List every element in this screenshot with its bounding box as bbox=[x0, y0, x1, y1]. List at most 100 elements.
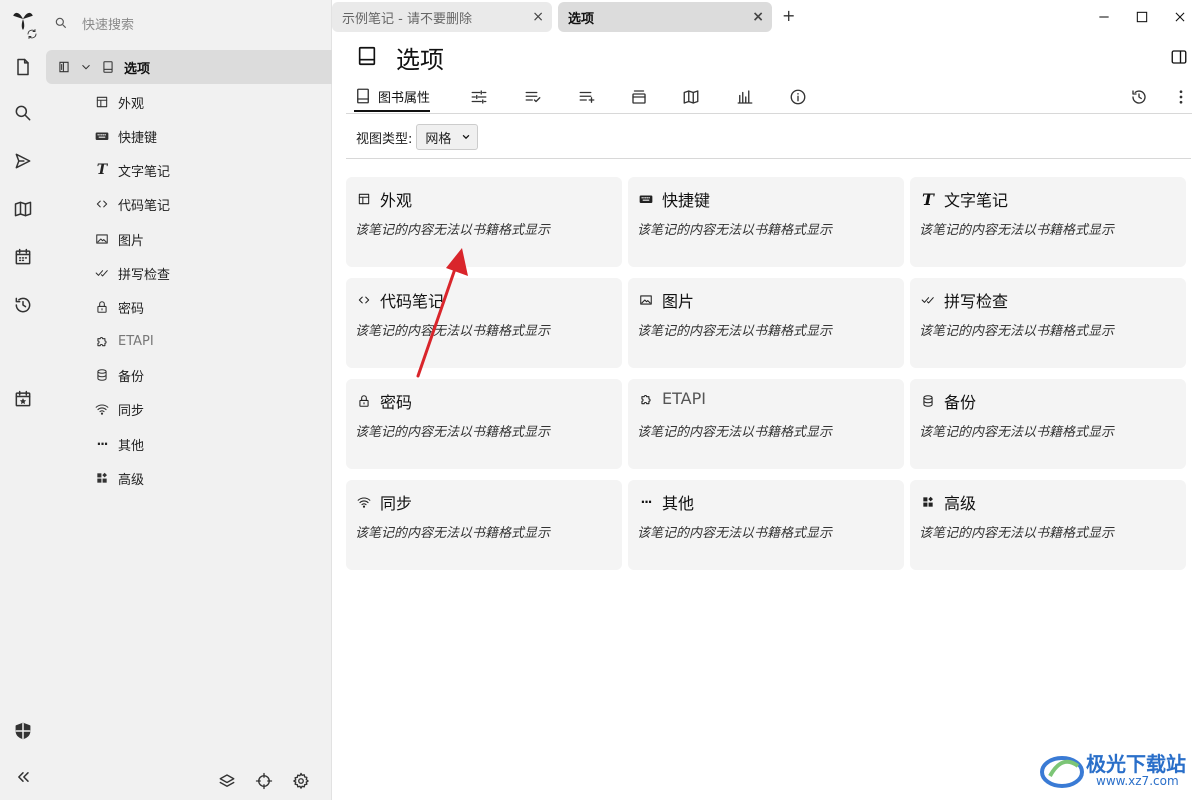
book-open-icon[interactable] bbox=[56, 59, 72, 75]
ribbon-tab-checklist[interactable] bbox=[524, 82, 542, 112]
tree-item-label: ETAPI bbox=[118, 333, 154, 349]
history-icon bbox=[1132, 90, 1146, 104]
quick-search-placeholder[interactable]: 快速搜索 bbox=[82, 14, 134, 33]
tree-node-options[interactable]: 选项 bbox=[46, 50, 332, 84]
tree-item-shortcuts[interactable]: 快捷键 bbox=[94, 124, 157, 148]
ribbon-tab-book-properties[interactable]: 图书属性 bbox=[354, 82, 431, 112]
card-description: 该笔记的内容无法以书籍格式显示 bbox=[637, 425, 833, 440]
ribbon-note-revisions[interactable] bbox=[1130, 82, 1148, 112]
gear-icon[interactable] bbox=[290, 770, 312, 792]
tab-options[interactable]: 选项 × bbox=[558, 2, 772, 32]
card-title[interactable]: 快捷键 bbox=[662, 187, 710, 211]
maximize-icon[interactable] bbox=[1131, 6, 1153, 28]
tree-item-appearance[interactable]: 外观 bbox=[94, 90, 144, 114]
chevron-down-icon[interactable] bbox=[78, 59, 94, 75]
calendar-icon[interactable] bbox=[8, 242, 38, 272]
code-icon bbox=[356, 292, 372, 308]
new-note-icon[interactable] bbox=[8, 52, 38, 82]
card-advanced[interactable]: 高级 该笔记的内容无法以书籍格式显示 bbox=[910, 480, 1186, 570]
card-title[interactable]: ETAPI bbox=[662, 389, 706, 408]
tree-item-label: 快捷键 bbox=[118, 130, 158, 146]
view-type-label: 视图类型: bbox=[356, 131, 413, 147]
window-close-icon[interactable] bbox=[1169, 6, 1191, 28]
map-icon bbox=[683, 90, 699, 104]
view-type-select[interactable]: 网格 bbox=[416, 124, 479, 150]
search-icon[interactable] bbox=[8, 98, 38, 128]
card-title[interactable]: 图片 bbox=[662, 288, 694, 312]
card-backup[interactable]: 备份 该笔记的内容无法以书籍格式显示 bbox=[910, 379, 1186, 469]
sync-status-icon[interactable] bbox=[24, 26, 40, 42]
note-title[interactable]: 选项 bbox=[396, 40, 444, 75]
card-shortcuts[interactable]: 快捷键 该笔记的内容无法以书籍格式显示 bbox=[628, 177, 904, 267]
ribbon-tab-similar-notes[interactable] bbox=[736, 82, 754, 112]
minimize-icon[interactable] bbox=[1093, 6, 1115, 28]
close-icon[interactable]: × bbox=[532, 9, 544, 25]
quick-search[interactable]: 快速搜索 bbox=[54, 10, 324, 36]
card-description: 该笔记的内容无法以书籍格式显示 bbox=[919, 425, 1115, 440]
tree-item-sync[interactable]: 同步 bbox=[94, 397, 144, 421]
tree-item-label: 备份 bbox=[118, 369, 145, 385]
bar-chart-icon bbox=[737, 90, 753, 104]
tree-item-backup[interactable]: 备份 bbox=[94, 363, 144, 387]
tab-label: 选项 bbox=[568, 11, 595, 27]
tree-item-password[interactable]: 密码 bbox=[94, 295, 144, 319]
collapse-sidebar-icon[interactable] bbox=[8, 762, 38, 792]
tree-item-label: 其他 bbox=[118, 438, 145, 454]
card-other[interactable]: ··· 其他 该笔记的内容无法以书籍格式显示 bbox=[628, 480, 904, 570]
card-etapi[interactable]: ETAPI 该笔记的内容无法以书籍格式显示 bbox=[628, 379, 904, 469]
card-code-notes[interactable]: 代码笔记 该笔记的内容无法以书籍格式显示 bbox=[346, 278, 622, 368]
card-password[interactable]: 密码 该笔记的内容无法以书籍格式显示 bbox=[346, 379, 622, 469]
tree-item-text-notes[interactable]: T 文字笔记 bbox=[94, 158, 170, 182]
card-title[interactable]: 高级 bbox=[944, 490, 976, 514]
code-icon bbox=[94, 196, 110, 212]
history-icon[interactable] bbox=[8, 290, 38, 320]
close-icon[interactable]: × bbox=[752, 9, 764, 25]
tree-item-images[interactable]: 图片 bbox=[94, 227, 144, 251]
card-title[interactable]: 文字笔记 bbox=[944, 187, 1008, 211]
card-appearance[interactable]: 外观 该笔记的内容无法以书籍格式显示 bbox=[346, 177, 622, 267]
image-icon bbox=[94, 231, 110, 247]
database-icon bbox=[94, 367, 110, 383]
card-title[interactable]: 密码 bbox=[380, 389, 412, 413]
card-description: 该笔记的内容无法以书籍格式显示 bbox=[355, 425, 551, 440]
new-tab-button[interactable]: + bbox=[782, 6, 795, 25]
layers-icon[interactable] bbox=[216, 770, 238, 792]
book-icon[interactable] bbox=[356, 44, 378, 68]
ribbon-tab-layout[interactable] bbox=[630, 82, 648, 112]
tab-sample-notes[interactable]: 示例笔记 - 请不要删除 × bbox=[332, 2, 552, 32]
card-sync[interactable]: 同步 该笔记的内容无法以书籍格式显示 bbox=[346, 480, 622, 570]
card-images[interactable]: 图片 该笔记的内容无法以书籍格式显示 bbox=[628, 278, 904, 368]
map-icon[interactable] bbox=[8, 194, 38, 224]
card-spellcheck[interactable]: 拼写检查 该笔记的内容无法以书籍格式显示 bbox=[910, 278, 1186, 368]
tab-bar: 示例笔记 - 请不要删除 × 选项 × + bbox=[332, 0, 1200, 34]
toggle-right-pane-icon[interactable] bbox=[1170, 48, 1190, 68]
tree-item-etapi[interactable]: ETAPI bbox=[94, 329, 154, 353]
tree-item-other[interactable]: ··· 其他 bbox=[94, 432, 144, 456]
card-title[interactable]: 其他 bbox=[662, 490, 694, 514]
card-title[interactable]: 同步 bbox=[380, 490, 412, 514]
card-title[interactable]: 拼写检查 bbox=[944, 288, 1008, 312]
tree-item-code-notes[interactable]: 代码笔记 bbox=[94, 192, 170, 216]
card-description: 该笔记的内容无法以书籍格式显示 bbox=[919, 526, 1115, 541]
note-header: 选项 bbox=[332, 36, 1200, 76]
tree-item-spellcheck[interactable]: 拼写检查 bbox=[94, 261, 170, 285]
card-title[interactable]: 备份 bbox=[944, 389, 976, 413]
more-vertical-icon bbox=[1179, 90, 1183, 104]
keyboard-icon bbox=[638, 191, 654, 207]
spellcheck-icon bbox=[920, 292, 936, 308]
ribbon-tab-note-map[interactable] bbox=[682, 82, 700, 112]
today-calendar-icon[interactable] bbox=[8, 384, 38, 414]
puzzle-icon bbox=[638, 391, 654, 407]
tree-item-advanced[interactable]: 高级 bbox=[94, 466, 144, 490]
ribbon-more-actions[interactable] bbox=[1172, 82, 1190, 112]
puzzle-icon bbox=[94, 333, 110, 349]
crosshair-icon[interactable] bbox=[253, 770, 275, 792]
ribbon-tab-list-add[interactable] bbox=[578, 82, 596, 112]
card-text-notes[interactable]: T 文字笔记 该笔记的内容无法以书籍格式显示 bbox=[910, 177, 1186, 267]
ribbon-tab-note-info[interactable] bbox=[789, 82, 807, 112]
ribbon-tab-attributes[interactable] bbox=[470, 82, 488, 112]
protected-session-icon[interactable] bbox=[8, 716, 38, 746]
card-title[interactable]: 外观 bbox=[380, 187, 412, 211]
send-icon[interactable] bbox=[8, 146, 38, 176]
widgets-icon bbox=[920, 494, 936, 510]
